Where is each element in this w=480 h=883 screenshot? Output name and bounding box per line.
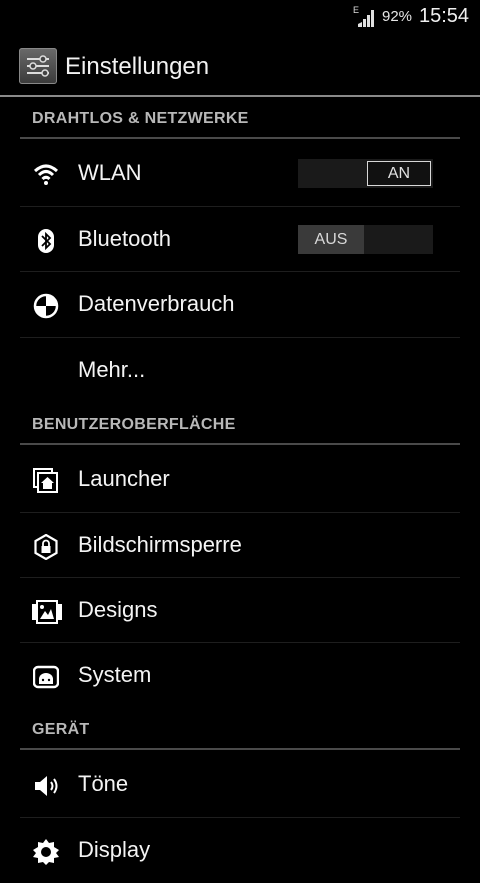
status-bar: E 92% 15:54 <box>0 0 480 34</box>
signal-icon <box>358 10 374 27</box>
display-brightness-icon <box>33 839 59 865</box>
themes-icon <box>32 600 62 624</box>
section-header-device: GERÄT <box>32 721 90 738</box>
data-usage-icon <box>33 293 59 319</box>
section-header-wireless: DRAHTLOS & NETZWERKE <box>32 110 249 127</box>
setting-item-wlan[interactable]: WLAN AN <box>0 141 480 206</box>
lock-screen-icon <box>34 534 58 560</box>
settings-sliders-icon[interactable] <box>19 48 57 84</box>
launcher-home-icon <box>33 468 58 493</box>
setting-item-launcher[interactable]: Launcher <box>0 447 480 512</box>
wifi-icon <box>33 164 59 185</box>
section-divider <box>20 443 460 445</box>
setting-label: Bildschirmsperre <box>78 532 242 557</box>
setting-label: Mehr... <box>78 357 146 382</box>
setting-label: Bluetooth <box>78 226 171 251</box>
action-bar: Einstellungen <box>0 34 480 96</box>
toggle-thumb: AN <box>367 161 431 186</box>
setting-label: Designs <box>78 597 158 622</box>
setting-item-bluetooth[interactable]: Bluetooth AUS <box>0 207 480 272</box>
page-title: Einstellungen <box>65 53 210 80</box>
setting-label: WLAN <box>78 160 142 185</box>
action-bar-divider <box>0 95 480 97</box>
setting-label: Datenverbrauch <box>78 291 235 316</box>
setting-label: Töne <box>78 771 129 796</box>
bluetooth-icon <box>38 229 54 253</box>
toggle-thumb: AUS <box>298 225 364 254</box>
setting-label: Launcher <box>78 466 170 491</box>
wlan-toggle[interactable]: AN <box>298 159 433 188</box>
setting-item-more[interactable]: Mehr... <box>0 338 480 403</box>
setting-item-sounds[interactable]: Töne <box>0 752 480 817</box>
setting-label: Display <box>78 837 151 862</box>
setting-label: System <box>78 662 152 687</box>
setting-item-designs[interactable]: Designs <box>0 578 480 643</box>
setting-item-display[interactable]: Display <box>0 818 480 883</box>
speaker-icon <box>35 776 58 796</box>
battery-level: 92% <box>382 8 413 25</box>
setting-item-system[interactable]: System <box>0 643 480 708</box>
section-divider <box>20 137 460 139</box>
setting-item-data-usage[interactable]: Datenverbrauch <box>0 272 480 337</box>
section-header-ui: BENUTZEROBERFLÄCHE <box>32 416 236 433</box>
system-icon <box>33 665 59 689</box>
section-divider <box>20 748 460 750</box>
bluetooth-toggle[interactable]: AUS <box>298 225 433 254</box>
setting-item-lockscreen[interactable]: Bildschirmsperre <box>0 513 480 578</box>
clock: 15:54 <box>419 5 470 27</box>
